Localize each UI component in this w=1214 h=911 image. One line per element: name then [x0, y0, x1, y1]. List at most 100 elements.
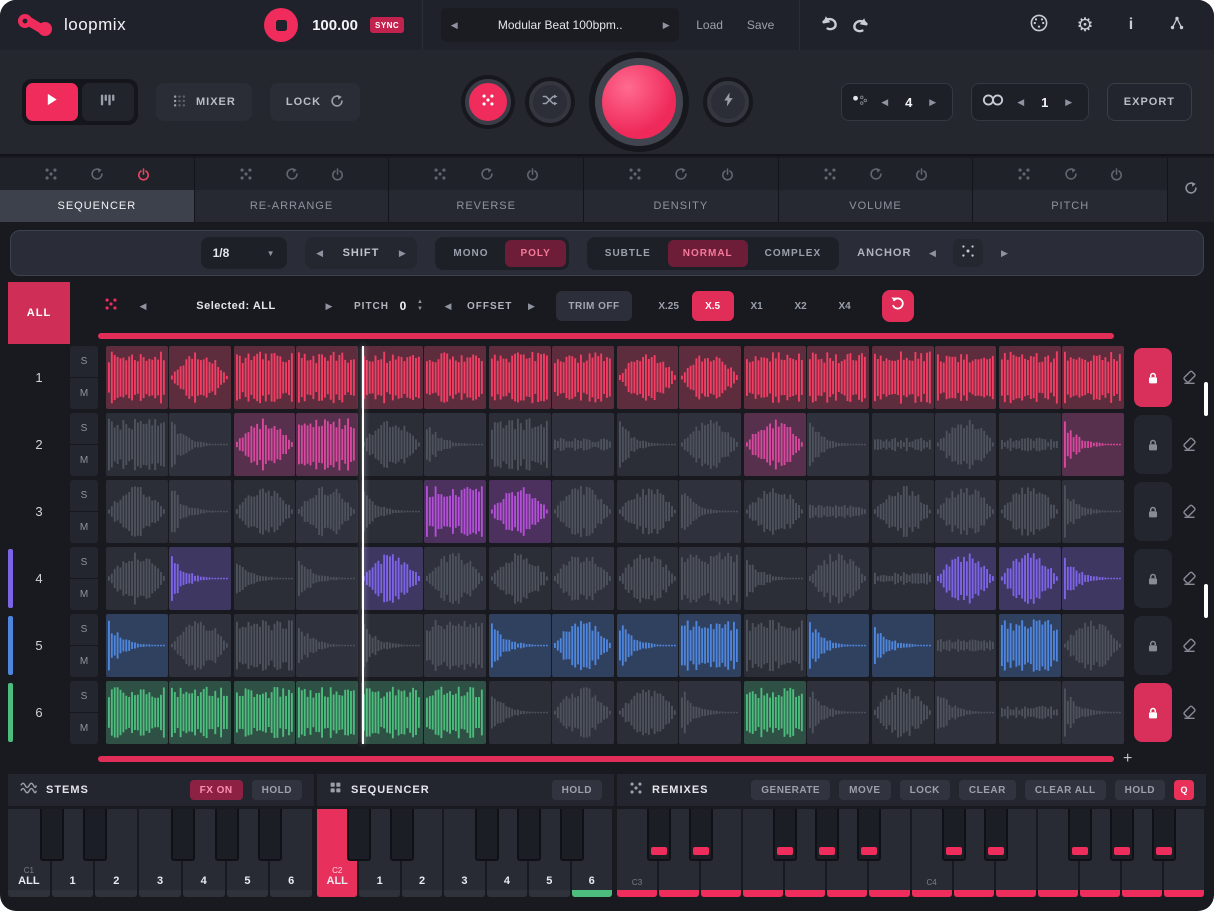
track-number[interactable]: 1: [8, 346, 70, 409]
randomize-dice-button[interactable]: [465, 79, 511, 125]
speed-x05[interactable]: X.5: [692, 291, 734, 321]
pitch-stepper[interactable]: ▲▼: [417, 299, 423, 313]
track-number[interactable]: 4: [8, 547, 70, 610]
track-lock-button[interactable]: [1134, 415, 1172, 474]
loop-cell[interactable]: [872, 547, 934, 610]
mute-button[interactable]: M: [70, 445, 98, 476]
loop-cell[interactable]: [617, 681, 679, 744]
loop-cell[interactable]: [424, 480, 486, 543]
loop-cell[interactable]: [296, 614, 358, 677]
load-button[interactable]: Load: [689, 18, 730, 32]
loop-cell[interactable]: [169, 681, 231, 744]
mixer-button[interactable]: MIXER: [156, 83, 252, 121]
anchor-icon[interactable]: [953, 239, 983, 267]
loop-cell[interactable]: [617, 614, 679, 677]
solo-button[interactable]: S: [70, 346, 98, 378]
offset-next-button[interactable]: ▶: [522, 301, 540, 312]
loop-cell[interactable]: [744, 413, 806, 476]
loop-range-bar[interactable]: [98, 333, 1114, 339]
black-key[interactable]: [517, 809, 541, 861]
loop-cell[interactable]: [872, 614, 934, 677]
loop-cell[interactable]: [807, 547, 869, 610]
speed-x1[interactable]: X1: [736, 291, 778, 321]
scroll-indicator[interactable]: [1204, 382, 1208, 416]
dice-icon[interactable]: [239, 167, 253, 181]
bpm-display[interactable]: 100.00: [312, 17, 358, 34]
loop-cell[interactable]: [617, 547, 679, 610]
loop-cell[interactable]: [296, 480, 358, 543]
global-refresh-icon[interactable]: [1168, 158, 1214, 222]
loop-cell[interactable]: [679, 346, 741, 409]
save-button[interactable]: Save: [740, 18, 781, 32]
loop-cell[interactable]: [169, 547, 231, 610]
loop-cell[interactable]: [552, 413, 614, 476]
black-key[interactable]: [475, 809, 499, 861]
dice-icon[interactable]: [1017, 167, 1031, 181]
loop-cell[interactable]: [617, 346, 679, 409]
loop-cell[interactable]: [744, 547, 806, 610]
loop-cell[interactable]: [935, 681, 997, 744]
main-remix-button[interactable]: [595, 58, 683, 146]
loop-cell[interactable]: [234, 614, 296, 677]
retrigger-button[interactable]: [882, 290, 914, 322]
generate-button[interactable]: GENERATE: [751, 780, 830, 800]
black-key[interactable]: [40, 809, 64, 861]
lock-button[interactable]: LOCK: [270, 83, 360, 121]
loop-cell[interactable]: [361, 681, 423, 744]
loop-cell[interactable]: [169, 614, 231, 677]
loop-cell[interactable]: [617, 413, 679, 476]
shift-left-button[interactable]: ◀: [311, 248, 329, 259]
loop-cell[interactable]: [234, 346, 296, 409]
complex-option[interactable]: COMPLEX: [750, 240, 836, 267]
clear-button[interactable]: CLEAR: [959, 780, 1016, 800]
black-key[interactable]: [390, 809, 414, 861]
black-key[interactable]: [1152, 809, 1176, 861]
mute-button[interactable]: M: [70, 579, 98, 610]
sync-badge[interactable]: SYNC: [370, 17, 404, 33]
power-icon[interactable]: [331, 168, 344, 181]
scroll-indicator[interactable]: [1204, 584, 1208, 618]
track-number[interactable]: 6: [8, 681, 70, 744]
black-key[interactable]: [560, 809, 584, 861]
sequencer-hold-button[interactable]: HOLD: [552, 780, 602, 800]
track-number[interactable]: 2: [8, 413, 70, 476]
loop-cell[interactable]: [489, 547, 551, 610]
move-button[interactable]: MOVE: [839, 780, 890, 800]
black-key[interactable]: [984, 809, 1008, 861]
progress-bar[interactable]: [98, 756, 1114, 762]
loop-cell[interactable]: [744, 346, 806, 409]
loop-cell[interactable]: [935, 547, 997, 610]
dice-icon[interactable]: [44, 167, 58, 181]
loop-cell[interactable]: [807, 681, 869, 744]
mute-button[interactable]: M: [70, 646, 98, 677]
clear-all-button[interactable]: CLEAR ALL: [1025, 780, 1106, 800]
anchor-next-button[interactable]: ▶: [995, 248, 1013, 259]
patch-connections-icon[interactable]: [1166, 15, 1188, 36]
speed-x025[interactable]: X.25: [648, 291, 690, 321]
tab-reverse[interactable]: REVERSE: [389, 190, 583, 222]
solo-button[interactable]: S: [70, 480, 98, 512]
loop-cell[interactable]: [935, 346, 997, 409]
loop-cell[interactable]: [296, 681, 358, 744]
black-key[interactable]: [689, 809, 713, 861]
stems-hold-button[interactable]: HOLD: [252, 780, 302, 800]
loop-cell[interactable]: [106, 413, 168, 476]
loop-cell[interactable]: [489, 413, 551, 476]
shuffle-button[interactable]: [529, 81, 571, 123]
dice-icon[interactable]: [628, 167, 642, 181]
track-lock-button[interactable]: [1134, 683, 1172, 742]
loop-cell[interactable]: [679, 547, 741, 610]
refresh-icon[interactable]: [869, 167, 883, 181]
track-lock-button[interactable]: [1134, 482, 1172, 541]
track-number[interactable]: 5: [8, 614, 70, 677]
normal-option[interactable]: NORMAL: [668, 240, 748, 267]
track-erase-button[interactable]: [1172, 547, 1206, 610]
black-key[interactable]: [815, 809, 839, 861]
rate-dropdown[interactable]: 1/8 ▼: [201, 237, 287, 269]
loop-cell[interactable]: [999, 681, 1061, 744]
speed-x2[interactable]: X2: [780, 291, 822, 321]
trim-button[interactable]: TRIM OFF: [556, 291, 631, 321]
preset-prev-button[interactable]: ◀: [441, 20, 467, 31]
refresh-icon[interactable]: [674, 167, 688, 181]
loop-cell[interactable]: [744, 681, 806, 744]
